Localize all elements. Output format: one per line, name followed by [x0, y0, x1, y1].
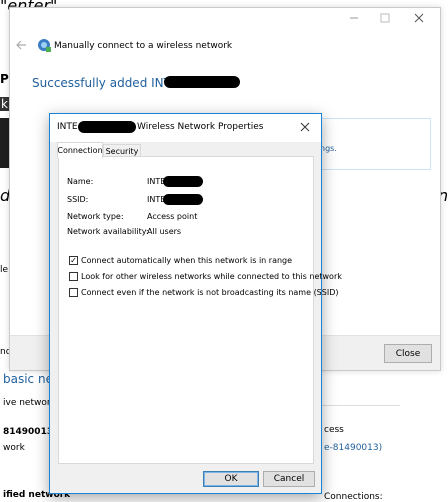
ssid-label: SSID: [67, 195, 89, 204]
look-for-other-networks-label[interactable]: Look for other wireless networks while c… [81, 272, 342, 281]
background-access: cess [324, 425, 344, 435]
ok-button[interactable]: OK [203, 471, 259, 487]
dialog-titlebar: INTE Wireless Network Properties [50, 114, 321, 142]
maximize-icon [380, 13, 390, 23]
network-icon [37, 38, 51, 52]
network-availability-label: Network availability: [67, 227, 149, 236]
success-message: Successfully added INTE [32, 76, 179, 90]
cancel-button[interactable]: Cancel [263, 471, 315, 487]
look-for-other-networks-checkbox[interactable] [69, 272, 78, 281]
background-divider [320, 405, 400, 406]
background-ssid-link[interactable]: e-81490013) [324, 443, 382, 453]
wireless-network-properties-dialog: INTE Wireless Network Properties Connect… [49, 113, 342, 494]
dialog-title: Wireless Network Properties [137, 122, 264, 132]
close-icon [414, 13, 424, 23]
maximize-button[interactable] [379, 12, 391, 24]
background-ssid: 81490013 [3, 427, 54, 437]
close-button[interactable]: Close [384, 344, 432, 363]
background-fragment-k: k [0, 97, 9, 111]
back-button[interactable] [15, 39, 27, 51]
minimize-button[interactable] [348, 12, 360, 24]
dialog-close-button[interactable] [299, 121, 311, 133]
background-dark-strip [0, 118, 9, 168]
name-label: Name: [67, 177, 94, 186]
network-availability-value: All users [147, 227, 182, 236]
tab-connection[interactable]: Connection [57, 142, 103, 158]
background-fragment-p: P [0, 72, 9, 86]
ssid-redaction [163, 194, 203, 205]
redaction-bar [164, 76, 240, 88]
back-arrow-icon [16, 40, 26, 50]
wizard-title: Manually connect to a wireless network [54, 41, 233, 51]
name-redaction [163, 176, 203, 187]
background-connections: Connections: [324, 492, 383, 502]
network-type-value: Access point [147, 212, 198, 221]
background-fragment-le: le [0, 265, 9, 275]
connect-even-if-hidden-label[interactable]: Connect even if the network is not broad… [81, 288, 338, 297]
connect-automatically-checkbox[interactable]: ✓ [69, 256, 78, 265]
close-icon [300, 122, 310, 132]
window-close-button[interactable] [413, 12, 425, 24]
background-network: work [3, 443, 25, 453]
option-box-outline [310, 118, 431, 170]
dialog-title-redaction [78, 121, 136, 133]
minimize-icon [350, 17, 358, 19]
network-type-label: Network type: [67, 212, 124, 221]
connect-even-if-hidden-checkbox[interactable] [69, 288, 78, 297]
connection-tab-panel: Name: INTE SSID: INTE Network type: Acce… [58, 156, 342, 464]
connect-automatically-label[interactable]: Connect automatically when this network … [81, 256, 292, 265]
dialog-title-prefix: INTE [57, 122, 78, 132]
